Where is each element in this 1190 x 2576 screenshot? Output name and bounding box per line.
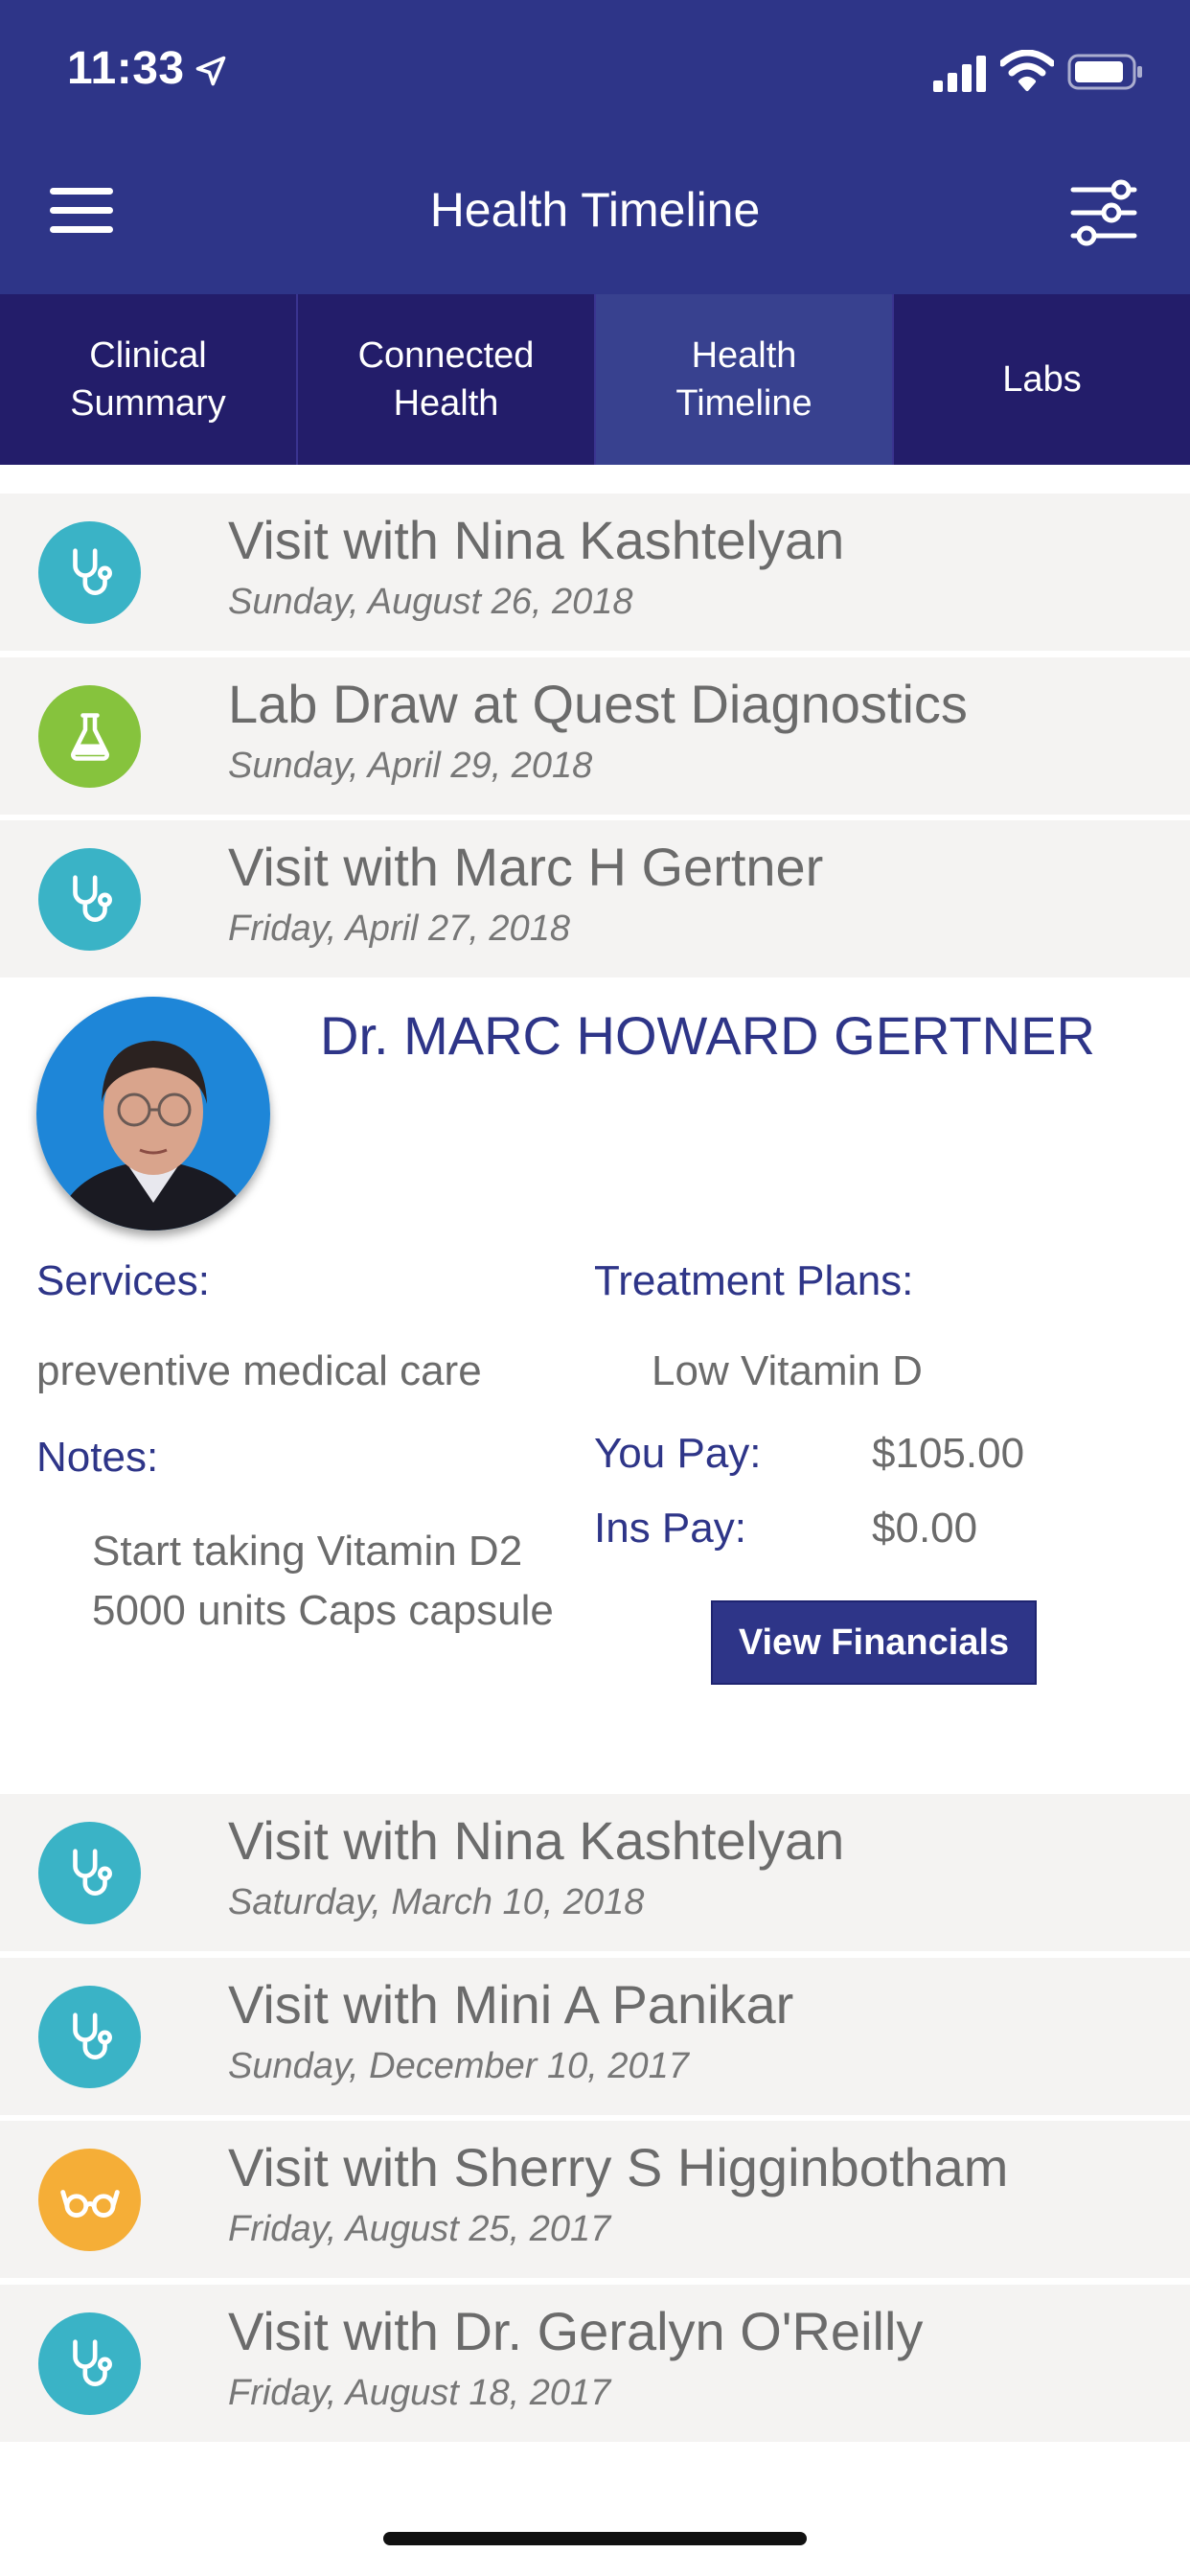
ins-pay-value: $0.00 — [872, 1505, 978, 1552]
doctor-name: Dr. MARC HOWARD GERTNER — [320, 1005, 1095, 1066]
timeline-item-title: Visit with Dr. Geralyn O'Reilly — [228, 2301, 924, 2361]
timeline-item[interactable]: Visit with Mini A Panikar Sunday, Decemb… — [0, 1958, 1190, 2115]
doctor-avatar — [36, 997, 270, 1230]
timeline-item-date: Saturday, March 10, 2018 — [228, 1882, 645, 1922]
stethoscope-icon — [38, 1822, 141, 1924]
timeline-item-date: Sunday, December 10, 2017 — [228, 2046, 689, 2086]
status-bar: 11:33 — [0, 0, 1190, 144]
location-arrow-icon — [195, 56, 226, 86]
timeline-item[interactable]: Visit with Dr. Geralyn O'Reilly Friday, … — [0, 2285, 1190, 2442]
tab-bar: Clinical Summary Connected Health Health… — [0, 294, 1190, 465]
you-pay-value: $105.00 — [872, 1430, 1025, 1477]
tab-health-timeline[interactable]: Health Timeline — [596, 294, 894, 465]
cellular-signal-icon — [933, 56, 986, 92]
wifi-icon — [1000, 50, 1054, 91]
services-label: Services: — [36, 1257, 210, 1304]
services-value: preventive medical care — [36, 1347, 482, 1394]
stethoscope-icon — [38, 848, 141, 951]
timeline-item-title: Visit with Marc H Gertner — [228, 837, 824, 897]
timeline-item-date: Friday, April 27, 2018 — [228, 908, 570, 949]
stethoscope-icon — [38, 521, 141, 624]
notes-label: Notes: — [36, 1434, 159, 1481]
tab-connected-health[interactable]: Connected Health — [298, 294, 596, 465]
view-financials-button[interactable]: View Financials — [711, 1600, 1037, 1685]
flask-icon — [38, 685, 141, 788]
timeline-item[interactable]: Visit with Sherry S Higginbotham Friday,… — [0, 2121, 1190, 2278]
timeline-item-title: Visit with Sherry S Higginbotham — [228, 2137, 1009, 2197]
timeline-item-title: Visit with Nina Kashtelyan — [228, 1810, 845, 1871]
glasses-icon — [38, 2149, 141, 2251]
app-header: 11:33 Health Timeline — [0, 0, 1190, 294]
treatment-plans-value: Low Vitamin D — [652, 1347, 923, 1394]
tab-label: Connected Health — [357, 335, 535, 424]
tab-label: Clinical Summary — [70, 335, 226, 424]
timeline-item-date: Friday, August 25, 2017 — [228, 2209, 611, 2249]
ins-pay-label: Ins Pay: — [594, 1505, 746, 1552]
tab-clinical-summary[interactable]: Clinical Summary — [0, 294, 298, 465]
visit-detail-panel: Dr. MARC HOWARD GERTNER Services: preven… — [0, 979, 1190, 1792]
page-title: Health Timeline — [429, 183, 761, 237]
status-time: 11:33 — [67, 43, 185, 94]
stethoscope-icon — [38, 1986, 141, 2088]
treatment-plans-label: Treatment Plans: — [594, 1257, 914, 1304]
timeline-item-title: Lab Draw at Quest Diagnostics — [228, 674, 968, 734]
navigation-bar: Health Timeline — [0, 163, 1190, 259]
you-pay-label: You Pay: — [594, 1430, 762, 1477]
filter-sliders-icon[interactable] — [1067, 176, 1140, 249]
timeline-item[interactable]: Lab Draw at Quest Diagnostics Sunday, Ap… — [0, 657, 1190, 815]
timeline-item-title: Visit with Mini A Panikar — [228, 1974, 794, 2035]
stethoscope-icon — [38, 2312, 141, 2415]
tab-label: Labs — [1002, 359, 1082, 400]
timeline-item[interactable]: Visit with Nina Kashtelyan Saturday, Mar… — [0, 1794, 1190, 1951]
timeline-item-date: Sunday, April 29, 2018 — [228, 746, 593, 786]
notes-value: Start taking Vitamin D2 5000 units Caps … — [92, 1528, 554, 1634]
timeline-item-date: Sunday, August 26, 2018 — [228, 582, 633, 622]
tab-labs[interactable]: Labs — [894, 294, 1190, 465]
tab-label: Health Timeline — [675, 335, 812, 424]
timeline-item[interactable]: Visit with Nina Kashtelyan Sunday, Augus… — [0, 494, 1190, 651]
timeline-item-date: Friday, August 18, 2017 — [228, 2373, 611, 2413]
timeline-item-title: Visit with Nina Kashtelyan — [228, 510, 845, 570]
home-indicator[interactable] — [383, 2532, 807, 2545]
battery-icon — [1067, 54, 1142, 90]
timeline-item[interactable]: Visit with Marc H Gertner Friday, April … — [0, 820, 1190, 978]
